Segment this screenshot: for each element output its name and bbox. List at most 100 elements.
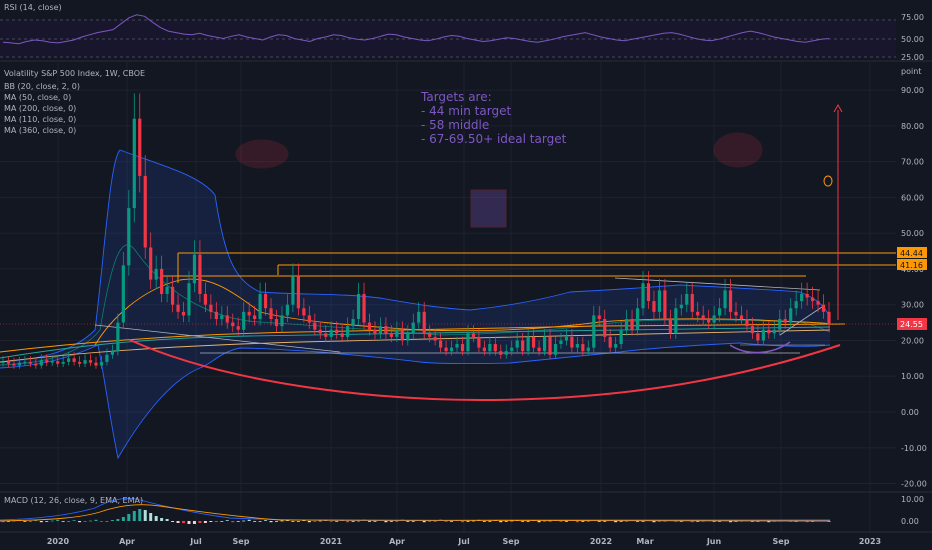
candle-body xyxy=(586,347,590,352)
chart-canvas: RSI (14, close) 75.00 50.00 25.00 Target… xyxy=(0,0,932,550)
macd-bar xyxy=(428,521,432,522)
candle-body xyxy=(17,362,22,366)
price-tick-label: 90.00 xyxy=(901,86,924,95)
candle-body xyxy=(592,315,596,348)
candle-body xyxy=(187,283,191,316)
macd-bar xyxy=(165,519,169,521)
candle-body xyxy=(728,290,733,312)
candle-body xyxy=(734,311,738,316)
macd-bar xyxy=(39,521,43,523)
macd-bar xyxy=(346,521,350,523)
candle-body xyxy=(362,293,366,323)
candle-body xyxy=(810,297,815,302)
candle-body xyxy=(1,361,5,363)
annotation-line-1: Targets are: xyxy=(420,90,492,104)
candle-body xyxy=(570,336,574,348)
candle-body xyxy=(471,333,476,337)
red-ellipse-left xyxy=(235,139,289,169)
candle-body xyxy=(132,118,136,209)
candle-body xyxy=(285,304,290,316)
candle-body xyxy=(439,340,443,348)
macd-bar xyxy=(203,521,207,523)
candle-body xyxy=(614,344,618,348)
macd-bar xyxy=(143,510,147,521)
main-title: Volatility S&P 500 Index, 1W, CBOE xyxy=(4,69,145,78)
candle-body xyxy=(778,318,782,330)
candle-body xyxy=(61,361,65,364)
candle-body xyxy=(263,293,268,309)
annotation-line-4: - 67-69.50+ ideal target xyxy=(421,132,567,146)
candle-body xyxy=(149,247,153,280)
candle-body xyxy=(428,333,432,337)
price-tag-last-text: 24.55 xyxy=(900,320,923,329)
macd-bar xyxy=(280,520,284,522)
candle-body xyxy=(504,351,508,355)
macd-bar xyxy=(411,521,415,522)
candle-body xyxy=(488,344,492,352)
candle-body xyxy=(750,326,755,334)
candle-body xyxy=(302,308,306,316)
candle-body xyxy=(575,344,579,348)
candle-body xyxy=(378,326,383,334)
candle-body xyxy=(324,333,328,337)
candle-body xyxy=(717,308,722,316)
candle-body xyxy=(50,361,54,363)
indicator-ma200: MA (200, close, 0) xyxy=(4,104,76,113)
candle-body xyxy=(83,360,87,364)
macd-bar xyxy=(28,521,32,522)
candle-body xyxy=(515,340,519,348)
candle-body xyxy=(455,344,459,348)
macd-level-0: 0.00 xyxy=(901,517,919,526)
candle-body xyxy=(236,326,240,330)
macd-bar xyxy=(466,521,470,522)
candle-body xyxy=(94,362,98,366)
candle-body xyxy=(707,318,711,323)
macd-bar xyxy=(389,521,393,522)
macd-bar xyxy=(61,521,65,522)
candle-body xyxy=(335,329,339,334)
candle-body xyxy=(460,344,465,352)
macd-bar xyxy=(236,521,240,522)
macd-bar xyxy=(89,520,93,522)
macd-bar xyxy=(581,521,585,522)
macd-bar xyxy=(641,521,645,522)
macd-bar xyxy=(105,521,109,522)
macd-bar xyxy=(318,520,322,522)
candle-body xyxy=(143,175,147,248)
candle-body xyxy=(56,361,60,364)
candle-body xyxy=(121,265,125,323)
candle-body xyxy=(510,347,514,352)
candle-body xyxy=(192,254,197,284)
macd-label: MACD (12, 26, close, 9, EMA, EMA) xyxy=(4,496,143,505)
time-tick-label: Sep xyxy=(233,537,250,546)
candle-body xyxy=(646,283,651,302)
candle-body xyxy=(761,329,765,341)
candle-body xyxy=(313,322,317,330)
macd-bar xyxy=(83,521,87,522)
candle-body xyxy=(597,315,601,319)
candle-body xyxy=(329,329,333,337)
candle-body xyxy=(165,286,169,294)
candle-body xyxy=(542,336,547,352)
candle-body xyxy=(406,333,410,341)
candle-body xyxy=(12,363,16,366)
macd-bar xyxy=(450,521,454,522)
candle-body xyxy=(274,318,279,327)
candle-body xyxy=(668,318,672,334)
candle-body xyxy=(127,208,131,266)
candle-body xyxy=(641,283,645,309)
candle-body xyxy=(198,254,202,294)
macd-bar xyxy=(575,521,579,523)
macd-bar xyxy=(78,521,82,523)
macd-bar xyxy=(384,521,388,523)
macd-bar xyxy=(192,521,196,524)
macd-bar xyxy=(597,521,601,522)
macd-bar xyxy=(247,519,251,521)
candle-body xyxy=(77,361,82,364)
candle-body xyxy=(679,304,683,309)
candle-body xyxy=(258,293,262,319)
price-tick-label: -20.00 xyxy=(901,480,927,489)
candle-body xyxy=(466,333,470,352)
time-tick-label: Mar xyxy=(636,537,653,546)
macd-bar xyxy=(422,521,426,523)
